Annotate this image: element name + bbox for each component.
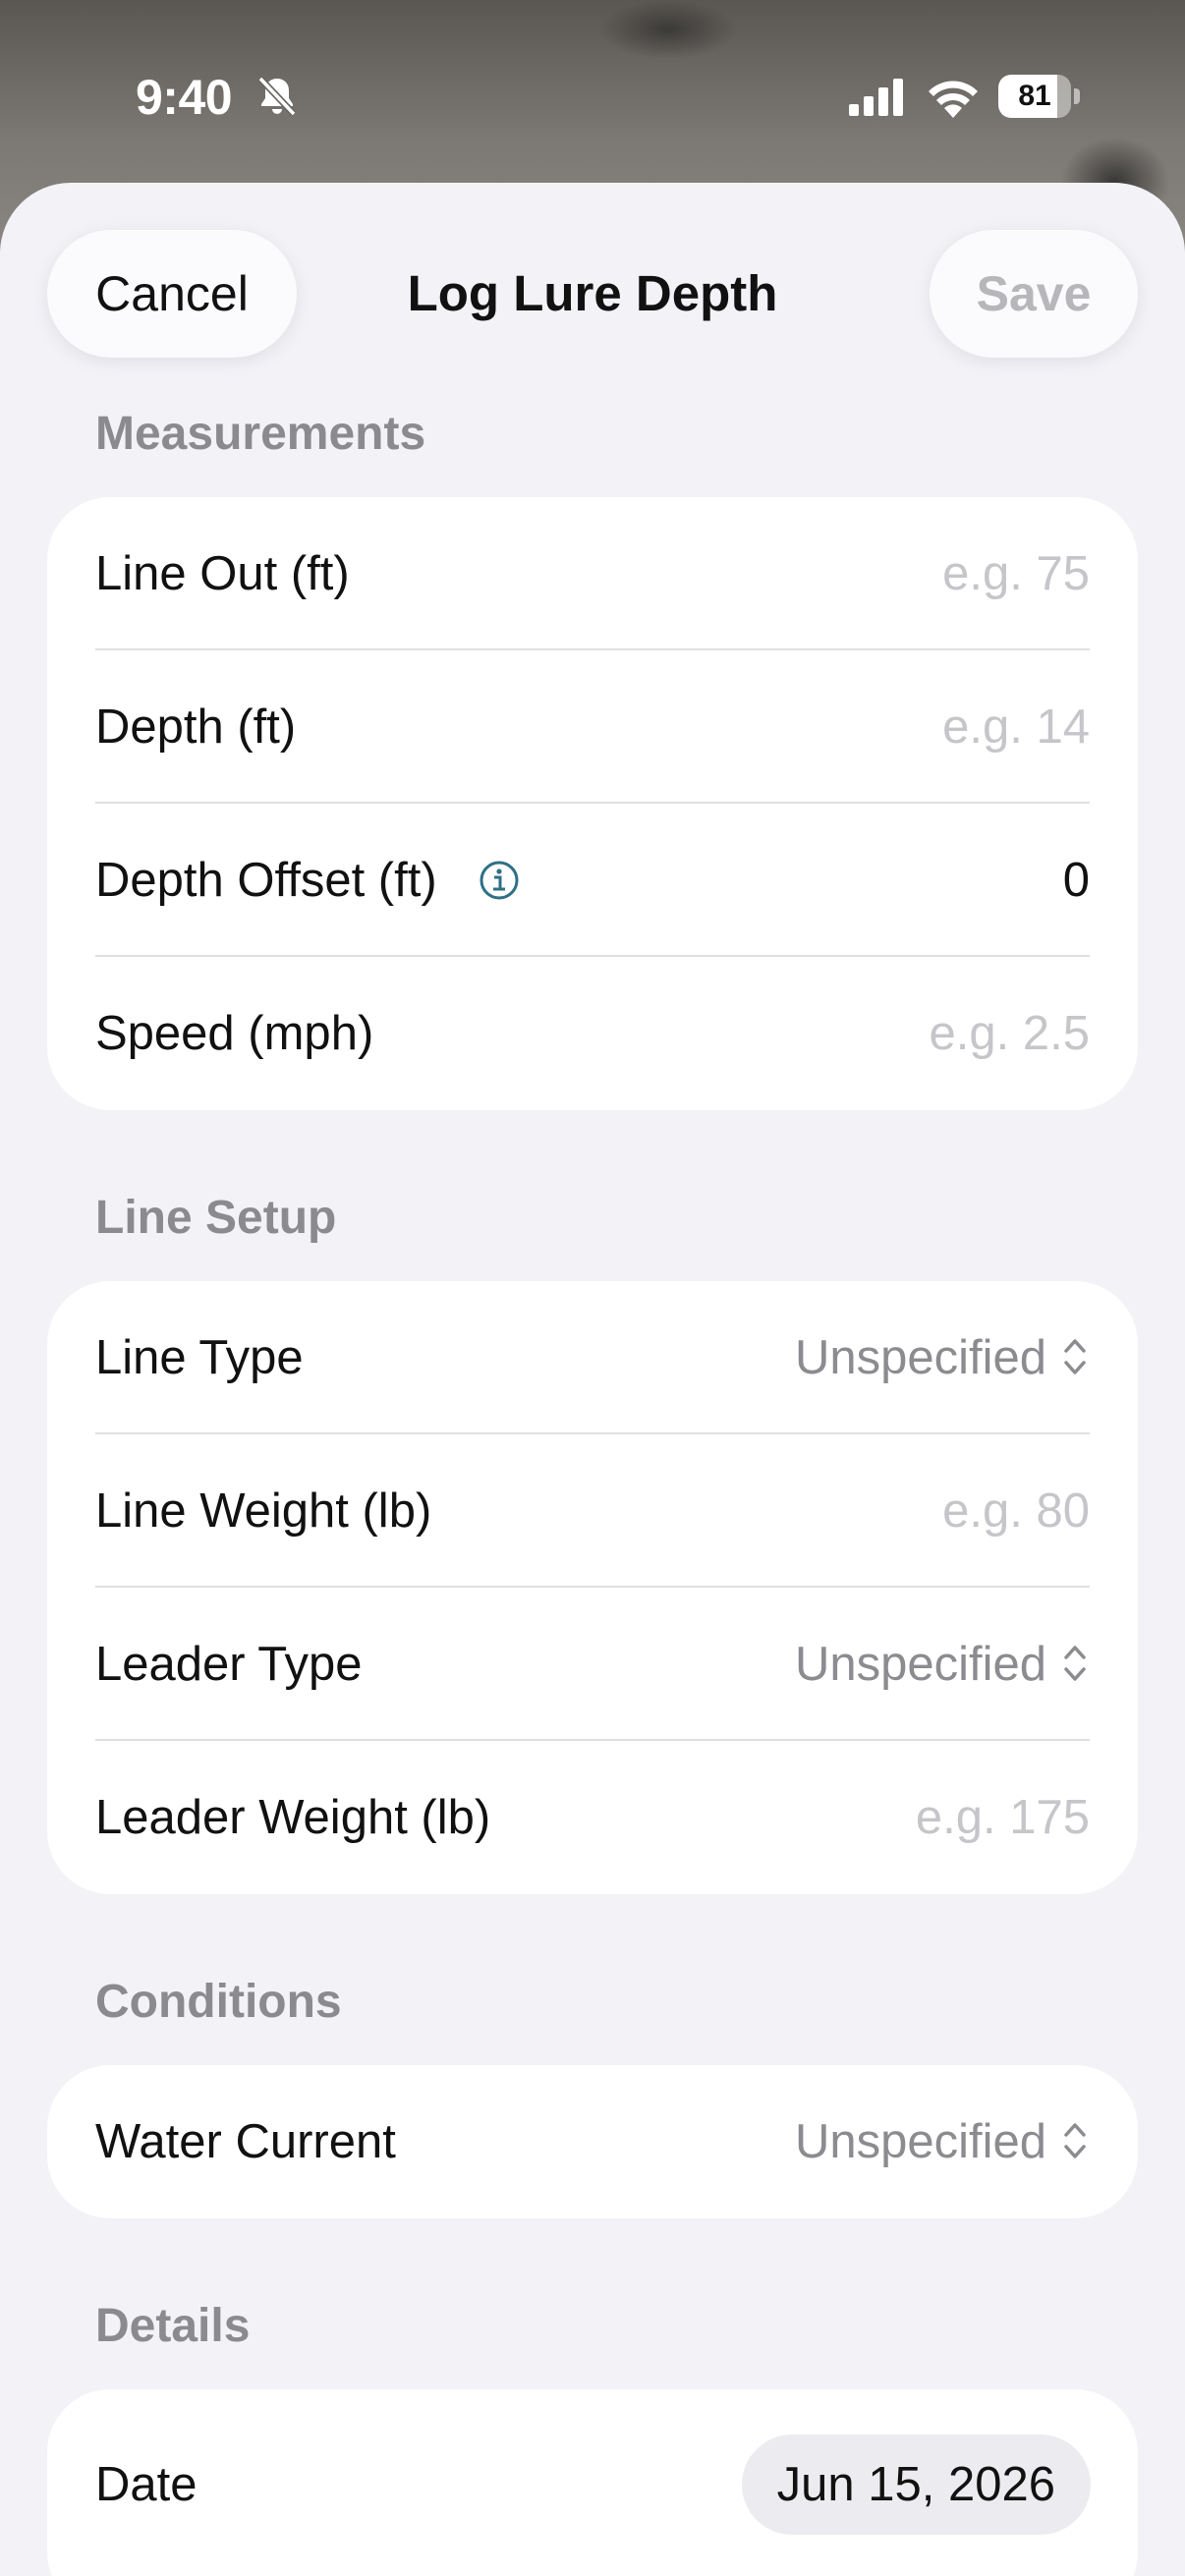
date-picker-button[interactable]: Jun 15, 2026 bbox=[741, 2435, 1091, 2535]
leader-type-value: Unspecified bbox=[794, 1638, 1046, 1691]
depth-offset-row[interactable]: Depth Offset (ft) 0 bbox=[47, 804, 1138, 957]
status-time: 9:40 bbox=[136, 70, 233, 125]
depth-offset-input[interactable]: 0 bbox=[1063, 804, 1090, 957]
speed-input[interactable]: e.g. 2.5 bbox=[930, 957, 1090, 1110]
section-header-details: Details bbox=[95, 2300, 251, 2352]
cellular-signal-icon bbox=[849, 79, 903, 116]
line-out-row[interactable]: Line Out (ft) e.g. 75 bbox=[47, 497, 1138, 650]
water-current-picker[interactable]: Unspecified bbox=[795, 2065, 1090, 2218]
water-current-value: Unspecified bbox=[794, 2115, 1046, 2168]
leader-weight-row[interactable]: Leader Weight (lb) e.g. 175 bbox=[47, 1741, 1138, 1894]
save-button[interactable]: Save bbox=[930, 230, 1138, 358]
speed-row[interactable]: Speed (mph) e.g. 2.5 bbox=[47, 957, 1138, 1110]
date-row[interactable]: Date Jun 15, 2026 bbox=[47, 2389, 1138, 2576]
leader-type-picker[interactable]: Unspecified bbox=[795, 1588, 1090, 1741]
cancel-button[interactable]: Cancel bbox=[47, 230, 297, 358]
status-bar: 9:40 81 bbox=[0, 0, 1185, 187]
leader-type-label: Leader Type bbox=[95, 1638, 363, 1691]
water-current-row[interactable]: Water Current Unspecified bbox=[47, 2065, 1138, 2218]
details-card: Date Jun 15, 2026 bbox=[47, 2389, 1138, 2576]
line-setup-card: Line Type Unspecified Line Weight (lb) e… bbox=[47, 1281, 1138, 1894]
conditions-card: Water Current Unspecified bbox=[47, 2065, 1138, 2218]
line-out-label: Line Out (ft) bbox=[95, 547, 350, 600]
info-circle-icon[interactable] bbox=[478, 859, 521, 902]
line-weight-label: Line Weight (lb) bbox=[95, 1484, 432, 1538]
leader-weight-input[interactable]: e.g. 175 bbox=[916, 1741, 1090, 1894]
depth-label: Depth (ft) bbox=[95, 700, 297, 754]
line-type-value: Unspecified bbox=[794, 1331, 1046, 1384]
wifi-icon bbox=[929, 81, 978, 118]
section-header-line-setup: Line Setup bbox=[95, 1192, 337, 1244]
line-type-picker[interactable]: Unspecified bbox=[795, 1281, 1090, 1434]
leader-weight-label: Leader Weight (lb) bbox=[95, 1791, 491, 1844]
depth-row[interactable]: Depth (ft) e.g. 14 bbox=[47, 650, 1138, 804]
speed-label: Speed (mph) bbox=[95, 1007, 374, 1060]
depth-offset-label: Depth Offset (ft) bbox=[95, 854, 437, 907]
chevron-up-down-icon bbox=[1064, 1339, 1086, 1374]
log-lure-depth-sheet: Log Lure Depth Cancel Save Measurements … bbox=[0, 183, 1185, 2576]
line-type-label: Line Type bbox=[95, 1331, 304, 1384]
section-header-conditions: Conditions bbox=[95, 1976, 342, 2028]
battery-level: 81 bbox=[1018, 80, 1051, 112]
leader-type-row[interactable]: Leader Type Unspecified bbox=[47, 1588, 1138, 1741]
section-header-measurements: Measurements bbox=[95, 408, 426, 460]
line-out-input[interactable]: e.g. 75 bbox=[942, 497, 1090, 650]
line-type-row[interactable]: Line Type Unspecified bbox=[47, 1281, 1138, 1434]
line-weight-row[interactable]: Line Weight (lb) e.g. 80 bbox=[47, 1434, 1138, 1588]
chevron-up-down-icon bbox=[1064, 2123, 1086, 2158]
line-weight-input[interactable]: e.g. 80 bbox=[942, 1434, 1090, 1588]
bell-slash-icon bbox=[257, 76, 297, 117]
measurements-card: Line Out (ft) e.g. 75 Depth (ft) e.g. 14… bbox=[47, 497, 1138, 1110]
depth-input[interactable]: e.g. 14 bbox=[942, 650, 1090, 804]
chevron-up-down-icon bbox=[1064, 1646, 1086, 1681]
date-label: Date bbox=[95, 2458, 198, 2511]
battery-indicator: 81 bbox=[998, 75, 1080, 118]
water-current-label: Water Current bbox=[95, 2115, 396, 2168]
